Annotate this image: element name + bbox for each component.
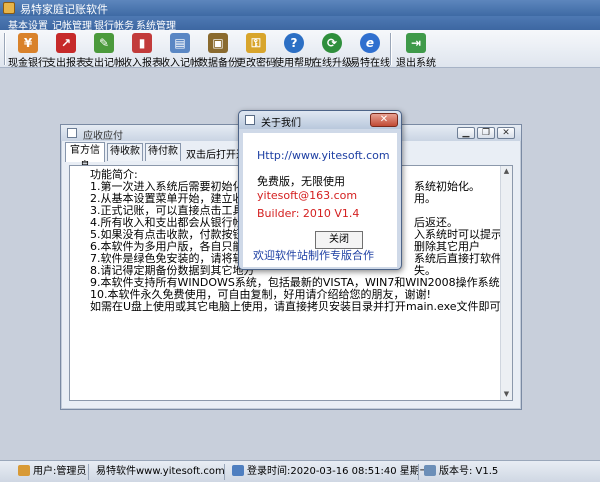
vertical-scrollbar[interactable]: ▲ ▼ [500, 166, 512, 400]
browser-icon: e [360, 33, 380, 53]
backup-icon: ▣ [208, 33, 228, 53]
user-icon [18, 465, 30, 476]
menu-bar: 基本设置 记帐管理 银行帐务 系统管理 [0, 16, 600, 32]
income-report-icon: ▮ [132, 33, 152, 53]
income-entry-icon: ▤ [170, 33, 190, 53]
online-upgrade-icon: ⟳ [322, 33, 342, 53]
free-version-text: 免费版，无限使用 [257, 175, 345, 188]
child-window-title: 应收应付 [83, 131, 123, 142]
exit-icon: ⇥ [406, 33, 426, 53]
status-login-text: 登录时间:2020-03-16 08:51:40 星期一 [247, 466, 430, 477]
dialog-title-bar[interactable]: 关于我们 ✕ [239, 111, 401, 129]
app-icon [3, 2, 15, 14]
restore-button[interactable]: ❐ [477, 127, 495, 139]
toolbar-label: 退出系统 [396, 58, 436, 69]
toolbar: ¥ 现金银行 ↗ 支出报表 ✎ 支出记帐 ▮ 收入报表 ▤ 收入记帐 ▣ 数据备… [0, 30, 600, 69]
info-line: 如需在U盘上使用或其它电脑上使用，请直接拷贝安装目录并打开main.exe文件即… [90, 300, 512, 313]
window-icon [67, 128, 77, 138]
key-icon: ⚿ [246, 33, 266, 53]
status-version-text: 版本号: V1.5 [439, 466, 499, 477]
tab-receivable[interactable]: 待收款 [107, 143, 143, 161]
cooperation-slogan: 欢迎软件站制作专版合作 [253, 249, 374, 262]
info-line-fragment: 用。 [414, 192, 436, 205]
toolbar-yite-online-button[interactable]: e 易特在线 [348, 32, 392, 69]
close-button[interactable]: ✕ [497, 127, 515, 139]
about-dialog: 关于我们 ✕ Http://www.yitesoft.com 免费版，无限使用 … [238, 110, 402, 270]
toolbar-label: 易特在线 [350, 58, 390, 69]
website-link[interactable]: Http://www.yitesoft.com [257, 149, 390, 162]
dialog-title: 关于我们 [261, 118, 301, 129]
status-login: 登录时间:2020-03-16 08:51:40 星期一 [232, 464, 430, 480]
tab-payable[interactable]: 待付款 [145, 143, 181, 161]
window-title: 易特家庭记账软件 [20, 3, 108, 16]
scroll-up-icon[interactable]: ▲ [501, 166, 512, 177]
builder-version-text: Builder: 2010 V1.4 [257, 207, 360, 220]
title-bar: 易特家庭记账软件 [0, 0, 600, 16]
expense-report-icon: ↗ [56, 33, 76, 53]
status-company: 易特软件www.yitesoft.com [96, 466, 225, 477]
dialog-close-icon[interactable]: ✕ [370, 113, 398, 127]
toolbar-separator [390, 33, 392, 65]
info-line-fragment: 失。 [414, 264, 436, 277]
status-user-text: 用户:管理员 [33, 466, 87, 477]
window-icon [245, 115, 255, 125]
status-divider [418, 464, 419, 480]
scroll-down-icon[interactable]: ▼ [501, 389, 512, 400]
email-text: yitesoft@163.com [257, 189, 358, 202]
status-bar: 用户:管理员 易特软件www.yitesoft.com 登录时间:2020-03… [0, 460, 600, 482]
status-version: 版本号: V1.5 [424, 464, 498, 480]
status-divider [224, 464, 225, 480]
status-user: 用户:管理员 [18, 464, 86, 480]
clock-icon [232, 465, 244, 476]
help-icon: ? [284, 33, 304, 53]
status-divider [88, 464, 89, 480]
minimize-button[interactable]: ▁ [457, 127, 475, 139]
cash-bank-icon: ¥ [18, 33, 38, 53]
toolbar-exit-button[interactable]: ⇥ 退出系统 [394, 32, 438, 69]
monitor-icon [424, 465, 436, 476]
expense-entry-icon: ✎ [94, 33, 114, 53]
dialog-body: Http://www.yitesoft.com 免费版，无限使用 yitesof… [243, 133, 397, 267]
tab-official-info[interactable]: 官方信息 [65, 142, 105, 172]
